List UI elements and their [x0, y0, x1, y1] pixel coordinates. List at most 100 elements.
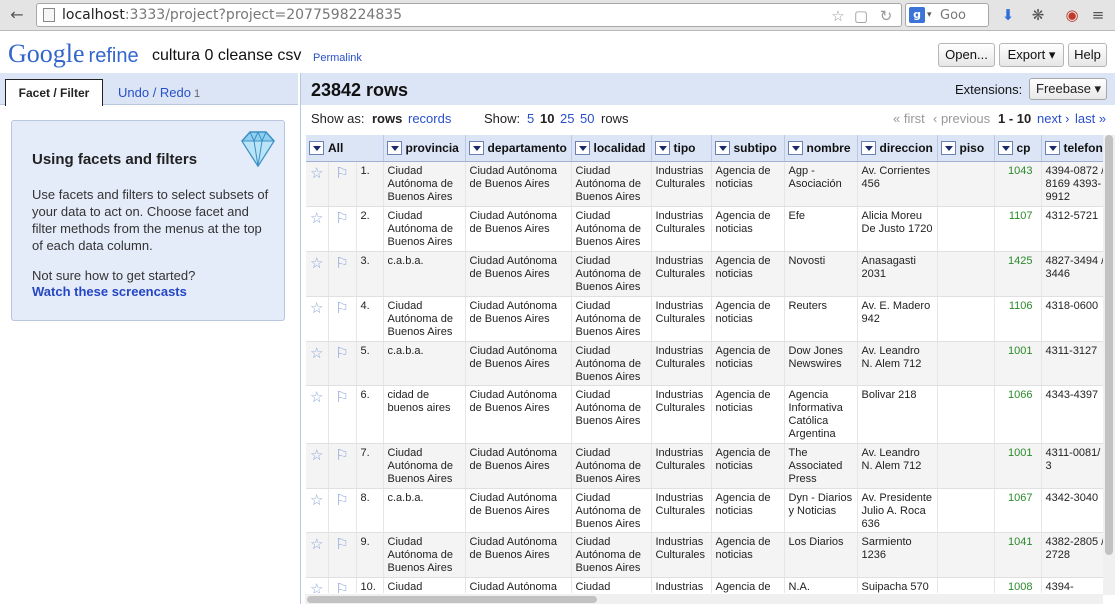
- cell-telefono[interactable]: 4382-2805 / 2728: [1041, 532, 1112, 578]
- cell-localidad[interactable]: Ciudad Autónoma de Buenos Aires: [571, 206, 652, 252]
- cell-provincia[interactable]: Ciudad: [383, 577, 466, 593]
- cell-provincia[interactable]: Ciudad Autónoma de Buenos Aires: [383, 443, 466, 489]
- cell-tipo[interactable]: Industrias Culturales: [651, 296, 712, 342]
- extension-icon[interactable]: ❋: [1028, 6, 1048, 24]
- column-header-all[interactable]: All: [306, 135, 384, 162]
- flag-icon[interactable]: ⚐: [328, 385, 357, 444]
- star-icon[interactable]: ☆: [306, 296, 329, 342]
- flag-icon[interactable]: ⚐: [328, 296, 357, 342]
- permalink-link[interactable]: Permalink: [313, 52, 362, 64]
- cell-tipo[interactable]: Industrias Culturales: [651, 385, 712, 444]
- cell-direccion[interactable]: Bolivar 218: [857, 385, 938, 444]
- cell-direccion[interactable]: Suipacha 570: [857, 577, 938, 593]
- cell-localidad[interactable]: Ciudad Autónoma de Buenos Aires: [571, 385, 652, 444]
- cell-piso[interactable]: [937, 161, 995, 207]
- cell-cp[interactable]: 1066: [994, 385, 1042, 444]
- cell-provincia[interactable]: Ciudad Autónoma de Buenos Aires: [383, 532, 466, 578]
- cell-cp[interactable]: 1067: [994, 488, 1042, 533]
- cell-tipo[interactable]: Industrias Culturales: [651, 206, 712, 252]
- flag-icon[interactable]: ⚐: [328, 341, 357, 386]
- cell-cp[interactable]: 1106: [994, 296, 1042, 342]
- cell-departamento[interactable]: Ciudad Autónoma de Buenos Aires: [465, 161, 572, 207]
- column-menu-icon[interactable]: [860, 140, 876, 155]
- column-menu-icon[interactable]: [468, 140, 484, 155]
- cell-tipo[interactable]: Industrias Culturales: [651, 251, 712, 297]
- cell-subtipo[interactable]: Agencia de noticias: [711, 296, 785, 342]
- column-menu-icon[interactable]: [940, 140, 956, 155]
- address-bar[interactable]: localhost:3333/project?project=207759822…: [36, 3, 902, 27]
- column-menu-icon[interactable]: [309, 140, 324, 155]
- star-icon[interactable]: ☆: [306, 385, 329, 444]
- cell-localidad[interactable]: Ciudad Autónoma de Buenos Aires: [571, 251, 652, 297]
- export-button[interactable]: Export ▾: [999, 43, 1064, 67]
- cell-direccion[interactable]: Alicia Moreu De Justo 1720: [857, 206, 938, 252]
- next-page-link[interactable]: next ›: [1037, 111, 1070, 126]
- star-icon[interactable]: ☆: [306, 341, 329, 386]
- cell-direccion[interactable]: Av. Presidente Julio A. Roca 636: [857, 488, 938, 533]
- cell-nombre[interactable]: Agp - Asociación: [784, 161, 858, 207]
- cell-provincia[interactable]: c.a.b.a.: [383, 251, 466, 297]
- page-size-50[interactable]: 50: [580, 111, 594, 126]
- cell-subtipo[interactable]: Agencia de noticias: [711, 251, 785, 297]
- cell-piso[interactable]: [937, 577, 995, 593]
- cell-provincia[interactable]: cidad de buenos aires: [383, 385, 466, 444]
- addon-icon[interactable]: ◉: [1062, 6, 1082, 24]
- cell-subtipo[interactable]: Agencia de noticias: [711, 341, 785, 386]
- open-button[interactable]: Open...: [938, 43, 995, 67]
- cell-departamento[interactable]: Ciudad Autónoma de Buenos Aires: [465, 296, 572, 342]
- cell-departamento[interactable]: Ciudad Autónoma de Buenos Aires: [465, 341, 572, 386]
- cell-telefono[interactable]: 4394-0872 / 8169 4393-9912: [1041, 161, 1112, 207]
- star-icon[interactable]: ☆: [306, 251, 329, 297]
- vertical-scroll-thumb[interactable]: [1105, 135, 1113, 555]
- cell-subtipo[interactable]: Agencia de noticias: [711, 532, 785, 578]
- records-mode-link[interactable]: records: [408, 111, 451, 126]
- cell-cp[interactable]: 1008: [994, 577, 1042, 593]
- google-refine-logo[interactable]: Google refine: [8, 40, 139, 70]
- flag-icon[interactable]: ⚐: [328, 577, 357, 593]
- screencasts-link[interactable]: Watch these screencasts: [32, 284, 187, 299]
- rows-mode[interactable]: rows: [372, 111, 402, 126]
- cell-telefono[interactable]: 4394-7542/2: [1041, 577, 1112, 593]
- star-icon[interactable]: ☆: [306, 443, 329, 489]
- cell-subtipo[interactable]: Agencia de: [711, 577, 785, 593]
- cell-tipo[interactable]: Industrias Culturales: [651, 341, 712, 386]
- cell-telefono[interactable]: 4342-3040: [1041, 488, 1112, 533]
- cell-piso[interactable]: [937, 532, 995, 578]
- cell-direccion[interactable]: Sarmiento 1236: [857, 532, 938, 578]
- cell-telefono[interactable]: 4343-4397: [1041, 385, 1112, 444]
- horizontal-scrollbar[interactable]: [305, 594, 1103, 604]
- last-page-link[interactable]: last »: [1075, 111, 1106, 126]
- cell-cp[interactable]: 1425: [994, 251, 1042, 297]
- cell-subtipo[interactable]: Agencia de noticias: [711, 385, 785, 444]
- cell-provincia[interactable]: c.a.b.a.: [383, 488, 466, 533]
- first-page[interactable]: « first: [893, 111, 925, 126]
- cell-telefono[interactable]: 4311-3127: [1041, 341, 1112, 386]
- cell-localidad[interactable]: Ciudad Autónoma de Buenos Aires: [571, 161, 652, 207]
- cell-tipo[interactable]: Industrias Culturales: [651, 532, 712, 578]
- cell-nombre[interactable]: Agencia Informativa Católica Argentina: [784, 385, 858, 444]
- cell-piso[interactable]: [937, 488, 995, 533]
- cell-provincia[interactable]: Ciudad Autónoma de Buenos Aires: [383, 161, 466, 207]
- cell-telefono[interactable]: 4312-5721: [1041, 206, 1112, 252]
- cell-nombre[interactable]: Novosti: [784, 251, 858, 297]
- cell-nombre[interactable]: Efe: [784, 206, 858, 252]
- cell-telefono[interactable]: 4318-0600: [1041, 296, 1112, 342]
- cell-piso[interactable]: [937, 206, 995, 252]
- cell-subtipo[interactable]: Agencia de noticias: [711, 206, 785, 252]
- cell-nombre[interactable]: Dow Jones Newswires: [784, 341, 858, 386]
- cell-nombre[interactable]: The Associated Press: [784, 443, 858, 489]
- cell-provincia[interactable]: Ciudad Autónoma de Buenos Aires: [383, 296, 466, 342]
- cell-piso[interactable]: [937, 341, 995, 386]
- cell-piso[interactable]: [937, 296, 995, 342]
- column-menu-icon[interactable]: [787, 140, 803, 155]
- cell-localidad[interactable]: Ciudad Autónoma de Buenos Aires: [571, 443, 652, 489]
- cell-departamento[interactable]: Ciudad Autónoma de Buenos Aires: [465, 488, 572, 533]
- tab-undo-redo[interactable]: Undo / Redo 1: [118, 85, 200, 100]
- star-icon[interactable]: ☆: [306, 577, 329, 593]
- freebase-button[interactable]: Freebase ▾: [1029, 78, 1107, 100]
- cell-tipo[interactable]: Industrias: [651, 577, 712, 593]
- cell-departamento[interactable]: Ciudad Autónoma de Buenos Aires: [465, 206, 572, 252]
- reload-icon[interactable]: ↻: [877, 7, 895, 25]
- cell-localidad[interactable]: Ciudad Autónoma de Buenos Aires: [571, 532, 652, 578]
- search-box[interactable]: g ▾ Goo: [905, 3, 989, 27]
